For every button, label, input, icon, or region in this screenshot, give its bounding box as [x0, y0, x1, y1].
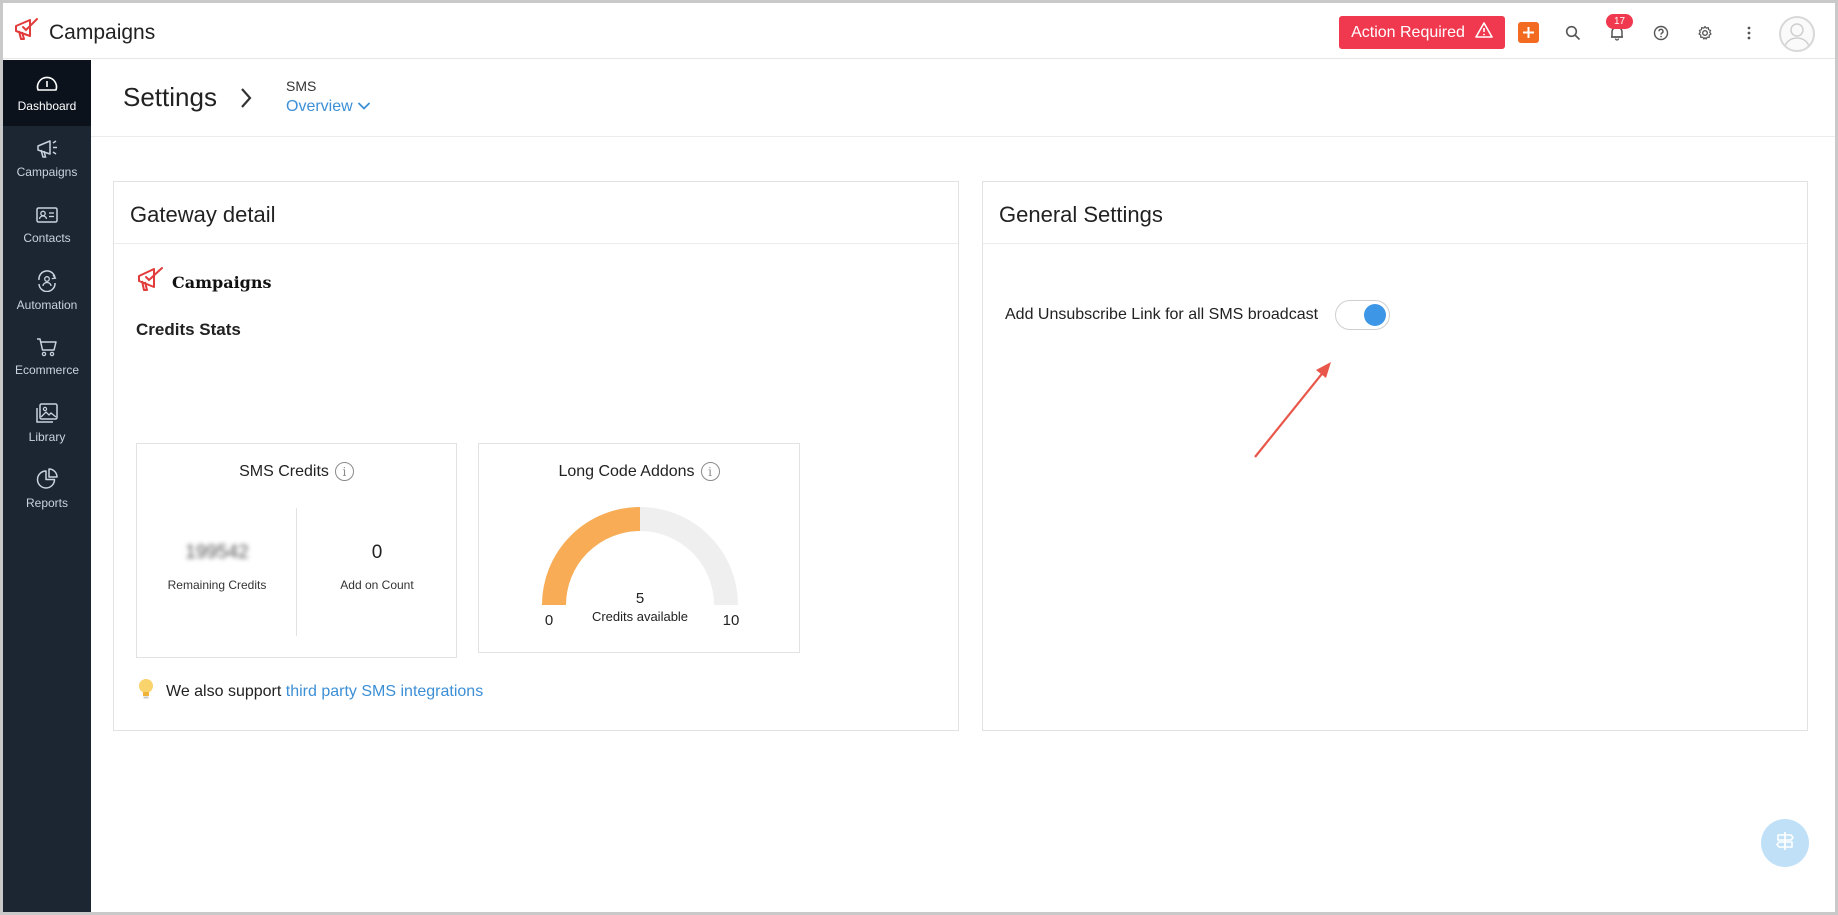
sidebar-item-automation[interactable]: Automation — [3, 258, 91, 324]
breadcrumb-view-label: Overview — [286, 98, 353, 115]
general-settings-card: General Settings Add Unsubscribe Link fo… — [982, 181, 1808, 731]
third-party-sms-link[interactable]: third party SMS integrations — [286, 683, 483, 700]
sidebar-item-library[interactable]: Library — [3, 390, 91, 456]
gear-icon[interactable] — [1693, 21, 1717, 45]
breadcrumb-view-dropdown[interactable]: Overview — [286, 98, 371, 116]
gateway-detail-card: Gateway detail Campaigns Credits Stats S… — [113, 181, 959, 731]
addon-count-label: Add on Count — [340, 578, 414, 592]
more-vertical-icon[interactable] — [1737, 21, 1761, 45]
help-widget-button[interactable] — [1761, 819, 1809, 867]
megaphone-icon — [35, 139, 59, 159]
remaining-credits-label: Remaining Credits — [167, 578, 267, 592]
gauge-min-label: 0 — [544, 612, 554, 629]
long-code-addons-box: Long Code Addons i 5 Credits available 0… — [478, 443, 800, 653]
app-title: Campaigns — [49, 20, 156, 44]
gauge-value-label: Credits available — [591, 609, 689, 624]
sms-credits-title: SMS Credits i — [137, 462, 456, 481]
sidebar-item-label: Automation — [16, 298, 78, 312]
sidebar-item-contacts[interactable]: Contacts — [3, 192, 91, 258]
third-party-tip: We also support third party SMS integrat… — [136, 677, 483, 706]
image-library-icon — [35, 402, 59, 424]
top-bar: Campaigns Action Required 17 — [3, 3, 1835, 59]
unsubscribe-toggle[interactable] — [1335, 300, 1391, 330]
gateway-card-header: Gateway detail — [114, 182, 958, 244]
gateway-card-title: Gateway detail — [130, 202, 276, 227]
notification-count-badge: 17 — [1606, 14, 1633, 29]
addon-count-value: 0 — [371, 542, 383, 563]
cart-icon — [35, 337, 59, 357]
contact-card-icon — [35, 205, 59, 225]
sidebar-item-label: Library — [28, 430, 66, 444]
sidebar: Dashboard Campaigns Contacts Automation … — [3, 60, 91, 912]
sidebar-item-label: Contacts — [23, 231, 71, 245]
page-title: Settings — [123, 82, 217, 112]
sidebar-item-label: Campaigns — [16, 165, 78, 179]
chevron-down-icon — [357, 98, 371, 116]
sidebar-item-dashboard[interactable]: Dashboard — [3, 60, 91, 126]
sidebar-item-label: Ecommerce — [14, 363, 79, 377]
action-required-label: Action Required — [1351, 23, 1465, 41]
sidebar-item-reports[interactable]: Reports — [3, 456, 91, 522]
unsubscribe-setting-label: Add Unsubscribe Link for all SMS broadca… — [1005, 306, 1319, 323]
dashboard-icon — [35, 73, 59, 93]
sidebar-item-campaigns[interactable]: Campaigns — [3, 126, 91, 192]
annotation-arrow — [1254, 362, 1331, 458]
breadcrumb-section: SMS — [286, 78, 317, 94]
general-card-header: General Settings — [983, 182, 1807, 244]
campaigns-logo-icon — [13, 17, 41, 48]
credits-stats-heading: Credits Stats — [136, 320, 241, 339]
gateway-brand-name: Campaigns — [172, 273, 272, 292]
page-header: Settings SMS Overview — [91, 60, 1835, 137]
automation-icon — [35, 270, 59, 292]
sms-credits-box: SMS Credits i 199542 Remaining Credits 0… — [136, 443, 457, 658]
gauge-max-label: 10 — [722, 612, 740, 629]
action-required-button[interactable]: Action Required — [1339, 16, 1505, 49]
add-icon[interactable] — [1518, 22, 1539, 43]
user-avatar[interactable] — [1779, 16, 1815, 52]
sidebar-item-ecommerce[interactable]: Ecommerce — [3, 324, 91, 390]
tip-text: We also support third party SMS integrat… — [166, 683, 483, 701]
unsubscribe-setting-row: Add Unsubscribe Link for all SMS broadca… — [1005, 300, 1391, 330]
remaining-credits-value: 199542 — [185, 542, 249, 563]
toggle-knob — [1364, 304, 1387, 326]
stat-divider — [296, 508, 297, 636]
sidebar-item-label: Reports — [25, 496, 69, 510]
sidebar-item-label: Dashboard — [17, 99, 77, 113]
campaigns-logo-icon — [136, 266, 166, 299]
chevron-right-icon — [239, 87, 253, 114]
pie-chart-icon — [35, 468, 59, 490]
gateway-brand: Campaigns — [136, 266, 272, 299]
tip-prefix: We also support — [166, 682, 282, 700]
info-icon[interactable]: i — [334, 462, 354, 481]
app-brand[interactable]: Campaigns — [13, 17, 155, 48]
help-icon[interactable] — [1649, 21, 1673, 45]
general-card-title: General Settings — [999, 202, 1163, 227]
sms-credits-title-label: SMS Credits — [239, 462, 329, 480]
signpost-icon — [1774, 830, 1796, 857]
warning-icon — [1475, 22, 1493, 43]
search-icon[interactable] — [1561, 21, 1585, 45]
gauge-value: 5 — [635, 590, 645, 607]
lightbulb-icon — [136, 677, 156, 706]
